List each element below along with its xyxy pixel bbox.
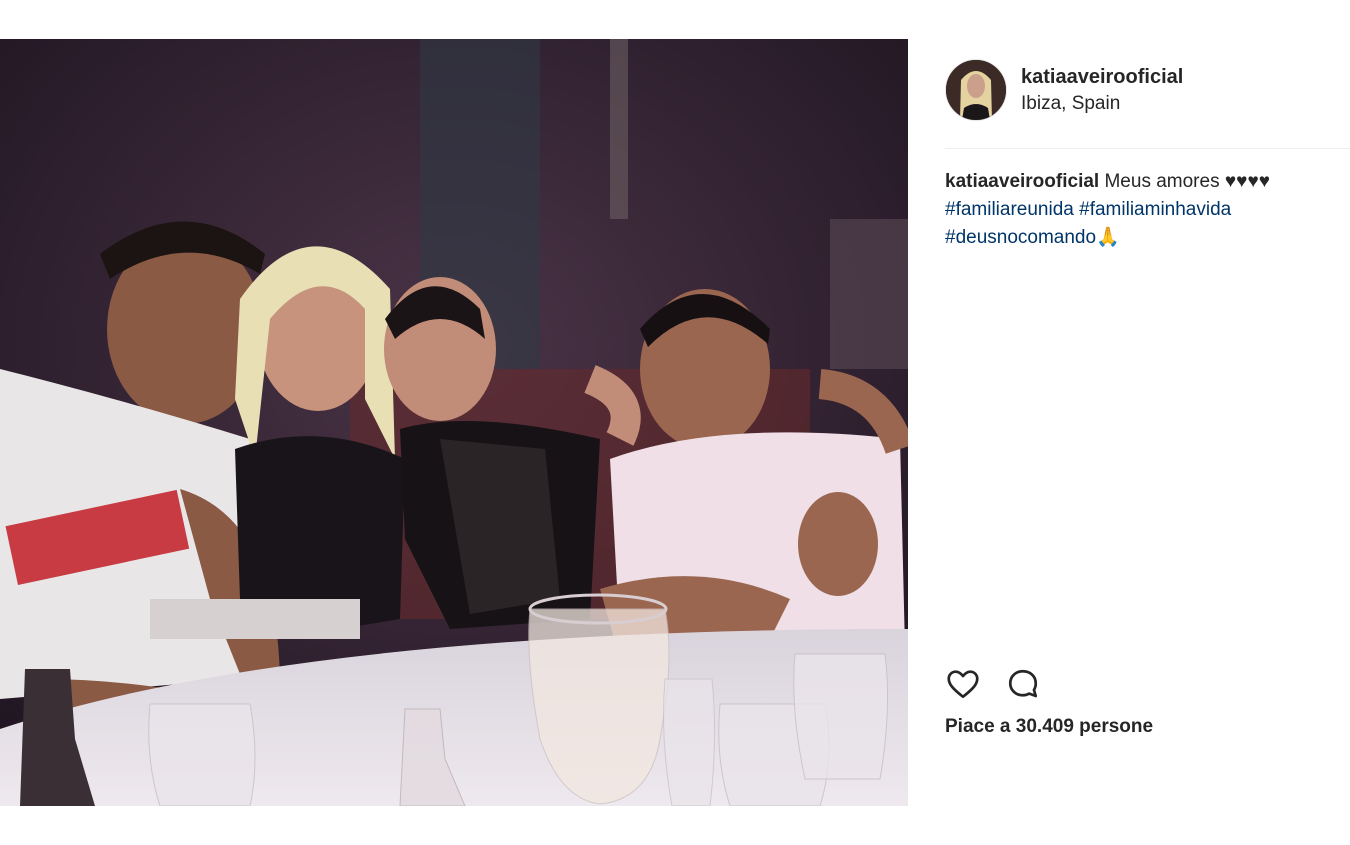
post-caption: katiaaveirooficial Meus amores ♥♥♥♥ #fam… bbox=[945, 168, 1345, 252]
comment-icon[interactable] bbox=[1005, 666, 1041, 702]
likes-count[interactable]: Piace a 30.409 persone bbox=[945, 716, 1153, 738]
post-header: katiaaveirooficial Ibiza, Spain bbox=[945, 59, 1350, 121]
praying-hands-emoji: 🙏 bbox=[1096, 227, 1120, 248]
post-location[interactable]: Ibiza, Spain bbox=[1021, 93, 1120, 115]
caption-username[interactable]: katiaaveirooficial bbox=[945, 171, 1099, 192]
caption-text: Meus amores bbox=[1104, 171, 1220, 192]
post-photo[interactable] bbox=[0, 39, 908, 806]
post-username[interactable]: katiaaveirooficial bbox=[1021, 66, 1183, 89]
post-actions bbox=[945, 666, 1145, 702]
heart-emojis: ♥♥♥♥ bbox=[1224, 171, 1270, 192]
post-sidebar: katiaaveirooficial Ibiza, Spain katiaave… bbox=[908, 39, 1350, 806]
hashtag-deusnocomando[interactable]: #deusnocomando bbox=[945, 227, 1096, 248]
divider bbox=[945, 148, 1350, 149]
hashtag-familiaminhavida[interactable]: #familiaminhavida bbox=[1079, 199, 1231, 220]
avatar[interactable] bbox=[945, 59, 1007, 121]
heart-icon[interactable] bbox=[945, 666, 981, 702]
avatar-image bbox=[946, 60, 1006, 120]
hashtag-familiareunida[interactable]: #familiareunida bbox=[945, 199, 1074, 220]
photo-illustration bbox=[0, 39, 908, 806]
